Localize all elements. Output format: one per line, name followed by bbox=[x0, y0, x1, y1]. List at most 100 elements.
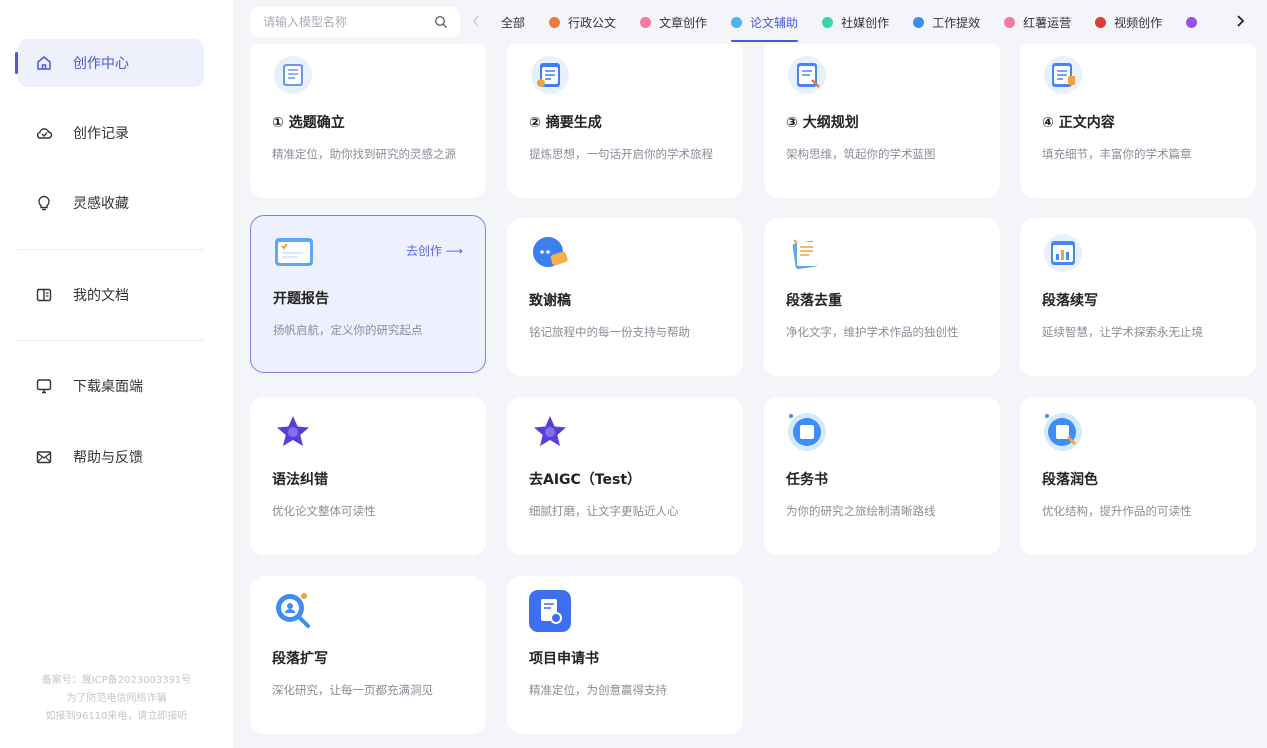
card-description: 精准定位，为创意赢得支持 bbox=[529, 683, 667, 697]
card-grammar-correction[interactable]: 语法纠错 优化论文整体可读性 bbox=[250, 397, 486, 555]
tab-article[interactable]: 文章创作 bbox=[640, 0, 707, 44]
chevron-right-icon[interactable] bbox=[1233, 13, 1247, 29]
tab-xiaohongshu[interactable]: 红薯运营 bbox=[1004, 0, 1071, 44]
card-description: 提炼思想，一句话开启你的学术旅程 bbox=[529, 147, 713, 161]
card-description: 延续智慧，让学术探索永无止境 bbox=[1042, 325, 1203, 339]
chevron-left-icon[interactable] bbox=[471, 13, 481, 29]
card-proposal-report[interactable]: 去创作 ⟶ 开题报告 扬帆启航，定义你的研究起点 bbox=[250, 215, 486, 373]
card-title: 致谢稿 bbox=[529, 293, 571, 309]
card-grid: ① 选题确立 精准定位，助你找到研究的灵感之源 ② 摘要生成 提炼思想，一句话开… bbox=[250, 0, 1267, 748]
tab-social-media[interactable]: 社媒创作 bbox=[822, 0, 889, 44]
sidebar-item-help-feedback[interactable]: 帮助与反馈 bbox=[18, 433, 204, 481]
top-bar: 全部 行政公文 文章创作 论文辅助 社媒创作 工作提效 红薯运营 视频创作 bbox=[233, 0, 1267, 44]
orange-dot-icon bbox=[549, 16, 561, 28]
card-topic-selection[interactable]: ① 选题确立 精准定位，助你找到研究的灵感之源 bbox=[250, 40, 486, 198]
card-title: ③ 大纲规划 bbox=[786, 115, 859, 131]
report-icon bbox=[273, 230, 315, 272]
search-icon[interactable] bbox=[434, 15, 448, 29]
card-title: 段落去重 bbox=[786, 293, 842, 309]
tab-label: 文章创作 bbox=[659, 15, 708, 30]
star-icon bbox=[272, 411, 314, 453]
category-tabs: 全部 行政公文 文章创作 论文辅助 社媒创作 工作提效 红薯运营 视频创作 bbox=[501, 0, 1229, 44]
tab-label: 论文辅助 bbox=[750, 15, 799, 30]
card-title: 项目申请书 bbox=[529, 651, 599, 667]
mail-icon bbox=[35, 448, 53, 466]
sidebar-item-inspiration[interactable]: 灵感收藏 bbox=[18, 179, 204, 227]
sidebar-divider bbox=[18, 249, 204, 250]
card-title: 段落润色 bbox=[1042, 472, 1098, 488]
sidebar-item-label: 创作中心 bbox=[73, 56, 129, 72]
magnifier-icon bbox=[272, 590, 314, 632]
sidebar-item-creation-history[interactable]: 创作记录 bbox=[18, 109, 204, 157]
tab-label: 红薯运营 bbox=[1023, 15, 1072, 30]
polish-doc-icon bbox=[1042, 411, 1084, 453]
card-description: 深化研究，让每一页都充满洞见 bbox=[272, 683, 433, 697]
footer-line: 备案号：冀ICP备2023003391号 bbox=[41, 675, 192, 686]
card-remove-aigc[interactable]: 去AIGC（Test） 细腻打磨，让文字更贴近人心 bbox=[507, 397, 743, 555]
footer-notice: 备案号：冀ICP备2023003391号 为了防范电信网络诈骗 如接到96110… bbox=[0, 672, 233, 726]
tab-video[interactable]: 视频创作 bbox=[1095, 0, 1162, 44]
card-paragraph-expand[interactable]: 段落扩写 深化研究，让每一页都充满洞见 bbox=[250, 576, 486, 734]
sidebar-item-creation-center[interactable]: 创作中心 bbox=[18, 39, 204, 87]
sidebar-item-label: 创作记录 bbox=[73, 126, 129, 142]
list-doc-icon bbox=[272, 54, 314, 96]
home-icon bbox=[35, 54, 53, 72]
footer-line: 如接到96110来电，请立即接听 bbox=[45, 711, 188, 722]
tab-productivity[interactable]: 工作提效 bbox=[913, 0, 980, 44]
tab-administrative[interactable]: 行政公文 bbox=[549, 0, 616, 44]
tab-all[interactable]: 全部 bbox=[501, 0, 525, 44]
summary-doc-icon bbox=[529, 54, 571, 96]
card-title: 语法纠错 bbox=[272, 472, 328, 488]
card-title: ② 摘要生成 bbox=[529, 115, 602, 131]
card-project-application[interactable]: 项目申请书 精准定位，为创意赢得支持 bbox=[507, 576, 743, 734]
sidebar-item-label: 我的文档 bbox=[73, 288, 129, 304]
tab-label: 工作提效 bbox=[932, 15, 981, 30]
red-dot-icon bbox=[1095, 16, 1107, 28]
tab-more[interactable] bbox=[1186, 0, 1205, 44]
sidebar-item-download-desktop[interactable]: 下载桌面端 bbox=[18, 362, 204, 410]
card-title: ④ 正文内容 bbox=[1042, 115, 1115, 131]
card-title: ① 选题确立 bbox=[272, 115, 345, 131]
outline-doc-icon bbox=[786, 54, 828, 96]
card-abstract-generation[interactable]: ② 摘要生成 提炼思想，一句话开启你的学术旅程 bbox=[507, 40, 743, 198]
tabs-fade bbox=[1219, 8, 1233, 36]
card-title: 开题报告 bbox=[273, 291, 329, 307]
sidebar: 创作中心 创作记录 灵感收藏 我的文档 下载桌面端 帮助与反馈 备案号：冀ICP… bbox=[0, 0, 233, 748]
card-title: 任务书 bbox=[786, 472, 828, 488]
card-title: 段落扩写 bbox=[272, 651, 328, 667]
blue-dot-icon bbox=[731, 16, 743, 28]
sidebar-item-my-documents[interactable]: 我的文档 bbox=[18, 271, 204, 319]
purple-dot-icon bbox=[1186, 16, 1198, 28]
dedupe-doc-icon bbox=[786, 232, 828, 274]
card-description: 为你的研究之旅绘制清晰路线 bbox=[786, 504, 936, 518]
task-doc-icon bbox=[786, 411, 828, 453]
go-create-link[interactable]: 去创作 ⟶ bbox=[406, 242, 463, 259]
card-description: 扬帆启航，定义你的研究起点 bbox=[273, 323, 423, 337]
tab-label: 视频创作 bbox=[1114, 15, 1163, 30]
tab-thesis[interactable]: 论文辅助 bbox=[731, 0, 799, 44]
card-task-book[interactable]: 任务书 为你的研究之旅绘制清晰路线 bbox=[764, 397, 1000, 555]
model-search bbox=[250, 7, 460, 37]
card-title: 段落续写 bbox=[1042, 293, 1098, 309]
card-paragraph-continue[interactable]: 段落续写 延续智慧，让学术探索永无止境 bbox=[1020, 218, 1256, 376]
sidebar-divider bbox=[18, 340, 204, 341]
chart-doc-icon bbox=[1042, 232, 1084, 274]
chat-icon bbox=[529, 232, 571, 274]
card-description: 优化论文整体可读性 bbox=[272, 504, 376, 518]
card-paragraph-dedupe[interactable]: 段落去重 净化文字，维护学术作品的独创性 bbox=[764, 218, 1000, 376]
card-description: 净化文字，维护学术作品的独创性 bbox=[786, 325, 959, 339]
tab-label: 社媒创作 bbox=[841, 15, 890, 30]
monitor-icon bbox=[35, 377, 53, 395]
search-input[interactable] bbox=[261, 14, 425, 30]
card-acknowledgement[interactable]: 致谢稿 铭记旅程中的每一份支持与帮助 bbox=[507, 218, 743, 376]
card-description: 铭记旅程中的每一份支持与帮助 bbox=[529, 325, 690, 339]
pink-dot-icon bbox=[1004, 16, 1016, 28]
book-icon bbox=[35, 286, 53, 304]
content-doc-icon bbox=[1042, 54, 1084, 96]
card-outline-planning[interactable]: ③ 大纲规划 架构思维，筑起你的学术蓝图 bbox=[764, 40, 1000, 198]
lightbulb-icon bbox=[35, 194, 53, 212]
card-paragraph-polish[interactable]: 段落润色 优化结构，提升作品的可读性 bbox=[1020, 397, 1256, 555]
card-main-content[interactable]: ④ 正文内容 填充细节，丰富你的学术篇章 bbox=[1020, 40, 1256, 198]
sidebar-item-label: 下载桌面端 bbox=[73, 379, 143, 395]
sidebar-item-label: 帮助与反馈 bbox=[73, 450, 143, 466]
